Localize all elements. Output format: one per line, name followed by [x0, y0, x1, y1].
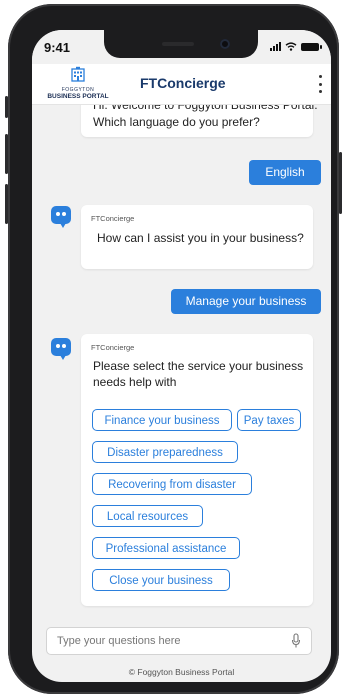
- bot-message-language: Hi. Welcome to Foggyton Business Portal.…: [81, 105, 318, 137]
- status-bar: 9:41: [32, 30, 331, 64]
- option-recovering-from-disaster[interactable]: Recovering from disaster: [92, 473, 252, 495]
- bot-message-partial-line: Hi. Welcome to Foggyton Business Portal.: [93, 105, 318, 112]
- app-header: FOGGYTON BUSINESS PORTAL FTConcierge: [32, 64, 331, 105]
- app-title: FTConcierge: [140, 75, 226, 91]
- option-professional-assistance[interactable]: Professional assistance: [92, 537, 240, 559]
- bot-message-text: How can I assist you in your business?: [97, 231, 304, 245]
- bot-message-services: FTConcierge Please select the service yo…: [81, 334, 313, 606]
- bot-message-text: Which language do you prefer?: [93, 115, 260, 129]
- user-message-english: English: [249, 160, 321, 185]
- option-finance-your-business[interactable]: Finance your business: [92, 409, 232, 431]
- volume-up-button: [5, 134, 8, 174]
- chat-area[interactable]: Hi. Welcome to Foggyton Business Portal.…: [32, 105, 331, 625]
- microphone-icon[interactable]: [291, 633, 301, 649]
- option-close-your-business[interactable]: Close your business: [92, 569, 230, 591]
- phone-screen: 9:41 FOGGYTON BUSINESS PORTAL FTConcierg…: [32, 30, 331, 682]
- volume-down-button: [5, 184, 8, 224]
- sender-name: FTConcierge: [91, 214, 135, 223]
- option-disaster-preparedness[interactable]: Disaster preparedness: [92, 441, 238, 463]
- battery-icon: [301, 42, 322, 51]
- sender-name: FTConcierge: [91, 343, 135, 352]
- portal-logo[interactable]: FOGGYTON BUSINESS PORTAL: [40, 66, 116, 101]
- bot-message-text-line2: needs help with: [93, 375, 177, 389]
- option-local-resources[interactable]: Local resources: [92, 505, 203, 527]
- phone-frame: 9:41 FOGGYTON BUSINESS PORTAL FTConcierg…: [5, 4, 342, 694]
- bot-avatar-icon: [51, 206, 71, 228]
- speaker-grille: [162, 42, 194, 46]
- status-time: 9:41: [44, 40, 71, 55]
- notch: [104, 30, 258, 58]
- power-button: [339, 152, 342, 214]
- question-input[interactable]: [57, 633, 277, 649]
- wifi-icon: [285, 42, 297, 51]
- question-input-bar: [46, 627, 312, 655]
- building-icon: [71, 66, 85, 82]
- bot-message-assist: FTConcierge How can I assist you in your…: [81, 205, 313, 269]
- logo-text-bottom: BUSINESS PORTAL: [47, 93, 109, 100]
- option-pay-taxes[interactable]: Pay taxes: [237, 409, 301, 431]
- silent-switch: [5, 96, 8, 118]
- status-icons: [270, 42, 322, 51]
- bot-avatar-icon: [51, 338, 71, 360]
- user-message-manage: Manage your business: [171, 289, 321, 314]
- kebab-menu-icon[interactable]: [317, 75, 323, 93]
- signal-icon: [270, 42, 281, 51]
- bot-message-text-line1: Please select the service your business: [93, 359, 304, 373]
- front-camera: [220, 39, 230, 49]
- footer-copyright: © Foggyton Business Portal: [128, 667, 235, 677]
